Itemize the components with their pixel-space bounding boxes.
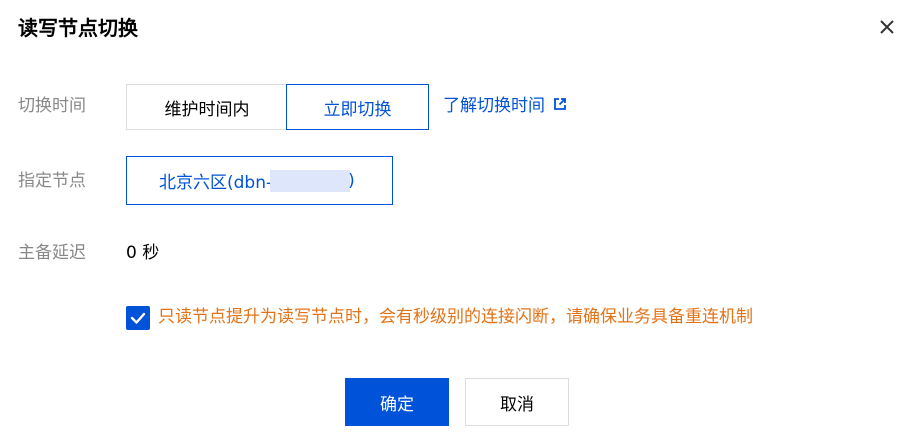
node-label: 指定节点 (18, 171, 86, 191)
switch-node-dialog: 读写节点切换 切换时间 维护时间内 立即切换 了解切换时间 指定节点 北京六区(… (0, 0, 918, 439)
dialog-title: 读写节点切换 (18, 16, 138, 40)
node-select[interactable]: 北京六区(dbn-) (126, 156, 393, 205)
learn-switch-time-text: 了解切换时间 (443, 96, 545, 116)
delay-label: 主备延迟 (18, 243, 86, 263)
cancel-button[interactable]: 取消 (465, 378, 569, 426)
option-switch-now[interactable]: 立即切换 (286, 84, 429, 130)
learn-switch-time-link[interactable]: 了解切换时间 (443, 94, 567, 118)
confirm-button[interactable]: 确定 (345, 378, 449, 426)
node-value-prefix: 北京六区(dbn- (159, 173, 273, 193)
warning-text: 只读节点提升为读写节点时，会有秒级别的连接闪断，请确保业务具备重连机制 (158, 307, 753, 327)
close-icon[interactable] (876, 16, 898, 38)
redacted-mask (270, 169, 351, 192)
option-maintenance-window[interactable]: 维护时间内 (126, 84, 288, 130)
acknowledge-checkbox[interactable] (126, 306, 150, 330)
check-icon (130, 312, 146, 324)
switch-time-label: 切换时间 (18, 96, 86, 116)
node-value-suffix: ) (348, 170, 355, 191)
external-link-icon (545, 94, 567, 118)
delay-value: 0 秒 (126, 243, 160, 263)
